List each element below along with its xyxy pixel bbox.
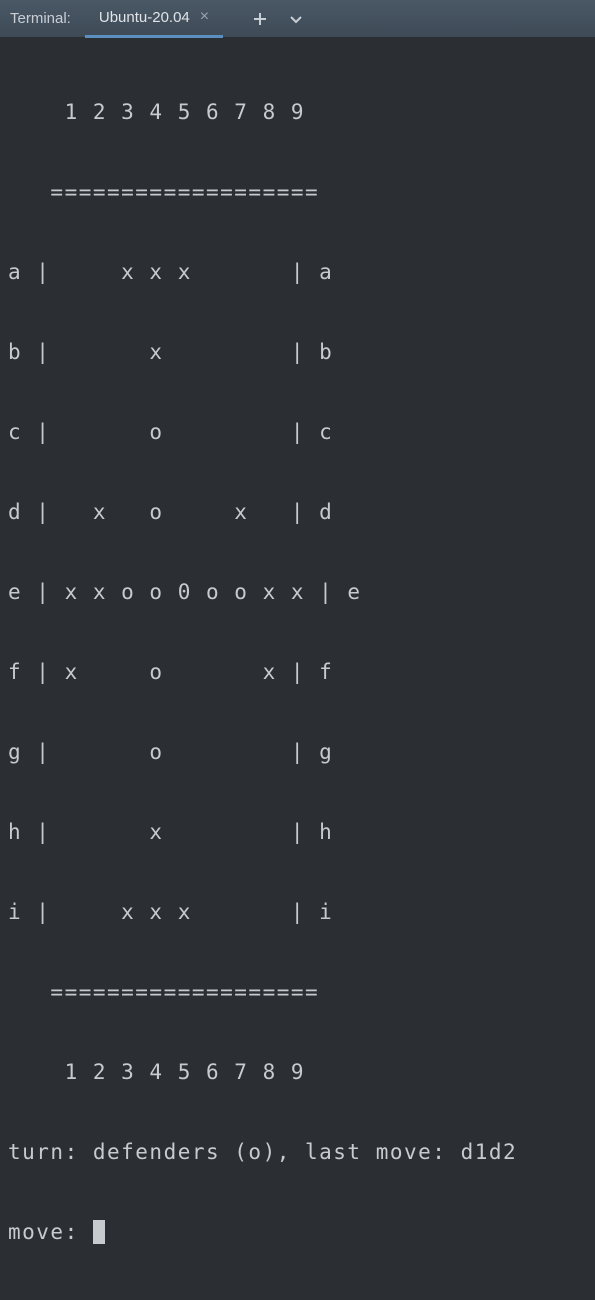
terminal-tab[interactable]: Ubuntu-20.04 ×: [85, 0, 223, 38]
status-line: turn: defenders (o), last move: d1d2: [8, 1132, 587, 1172]
header-actions: [223, 10, 305, 28]
board-row: d | x o x | d: [8, 492, 587, 532]
chevron-down-icon[interactable]: [287, 10, 305, 28]
tab-label: Ubuntu-20.04: [99, 9, 190, 26]
board-row: b | x | b: [8, 332, 587, 372]
terminal-header: Terminal: Ubuntu-20.04 ×: [0, 0, 595, 38]
board-divider-bottom: ===================: [8, 972, 587, 1012]
board-row: h | x | h: [8, 812, 587, 852]
board-row: a | x x x | a: [8, 252, 587, 292]
board-row: g | o | g: [8, 732, 587, 772]
terminal-output[interactable]: 1 2 3 4 5 6 7 8 9 =================== a …: [0, 38, 595, 1300]
terminal-cursor[interactable]: [93, 1220, 105, 1244]
header-title: Terminal:: [0, 10, 85, 27]
board-divider-top: ===================: [8, 172, 587, 212]
prompt-line: move:: [8, 1212, 587, 1252]
board-col-header-top: 1 2 3 4 5 6 7 8 9: [8, 92, 587, 132]
board-row: f | x o x | f: [8, 652, 587, 692]
board-col-header-bottom: 1 2 3 4 5 6 7 8 9: [8, 1052, 587, 1092]
prompt-label: move:: [8, 1212, 93, 1252]
plus-icon[interactable]: [251, 10, 269, 28]
board-row: e | x x o o 0 o o x x | e: [8, 572, 587, 612]
close-icon[interactable]: ×: [200, 9, 209, 25]
board-row: i | x x x | i: [8, 892, 587, 932]
board-row: c | o | c: [8, 412, 587, 452]
